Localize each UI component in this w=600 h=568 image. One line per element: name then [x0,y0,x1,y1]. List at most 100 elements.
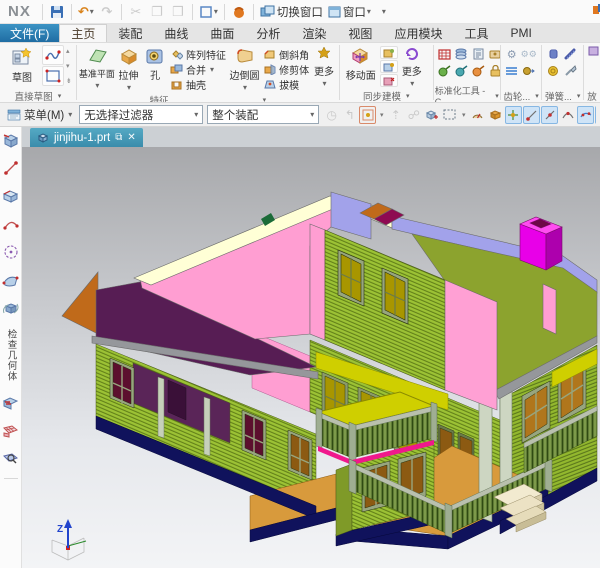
group-label-feature[interactable]: 特征▾ [78,93,338,103]
unite-button[interactable]: 合并▾ [168,62,228,76]
draft-button[interactable]: 拔模 [261,77,311,91]
tab-home[interactable]: 主页 [59,24,107,42]
intersection-snap-icon[interactable] [577,106,594,124]
dropdown-arrow-icon[interactable]: ▾ [406,92,410,100]
simple-interference-icon[interactable] [2,394,20,412]
dropdown-arrow-icon[interactable]: ▾ [68,110,72,119]
measure-distance-icon[interactable] [2,159,20,177]
dropdown-arrow-icon[interactable]: ▾ [459,106,468,124]
tab-render[interactable]: 渲染 [291,24,337,42]
measure-box-icon[interactable] [2,187,20,205]
endpoint-snap-icon[interactable] [523,106,540,124]
clipped-tool-icon[interactable] [587,45,600,57]
group-label-direct-sketch[interactable]: 直接草图▾ [1,89,75,102]
part-tab-label[interactable]: jinjihu-1.prt [54,132,110,144]
dialog-launcher-icon[interactable]: ▾ [263,96,267,104]
dropdown-arrow-icon[interactable]: ▾ [95,81,99,90]
copy-icon[interactable]: ❐ [148,2,166,22]
top-selection-icon[interactable]: ⇡ [387,106,404,124]
gear-rack-icon[interactable] [504,63,520,79]
replace-face-icon[interactable] [380,60,398,73]
arc-tool-icon[interactable] [2,215,20,233]
dropdown-arrow-icon[interactable]: ▾ [410,79,414,88]
datum-plane-button[interactable]: 基准平面 ▾ [80,45,114,91]
examine-geometry-label[interactable]: 检查几何体 [4,329,18,382]
std-tool-icon-1[interactable] [437,46,453,62]
std-tool-icon-2[interactable] [454,46,470,62]
highlight-hidden-icon[interactable]: ◷ [323,106,340,124]
move-face-button[interactable]: 移动面 [343,45,379,83]
chamfer-button[interactable]: 倒斜角 [261,47,311,61]
hole-button[interactable]: 孔 [143,45,167,83]
snap-enable-icon[interactable] [505,106,522,124]
undo-button[interactable]: ↶▾ [77,2,95,22]
graphics-window[interactable]: Z [22,147,600,568]
tab-analysis[interactable]: 分析 [245,24,291,42]
dropdown-arrow-icon[interactable]: ▾ [310,110,314,119]
selection-scope-dropdown[interactable]: 整个装配▾ [207,105,319,124]
group-label-clipped[interactable]: 放 [585,89,599,102]
group-label-sync-modeling[interactable]: 同步建模▾ [341,89,432,102]
std-tool-icon-3[interactable] [471,46,487,62]
dropdown-arrow-icon[interactable]: ▾ [495,92,499,100]
selection-filter-dropdown[interactable]: 无选择过滤器▾ [79,105,203,124]
tab-tools[interactable]: 工具 [453,24,499,42]
3d-model-house[interactable]: Z [22,147,600,568]
examine-geometry-icon[interactable] [2,450,20,468]
dropdown-arrow-icon[interactable]: ▾ [210,65,214,74]
tab-curve[interactable]: 曲线 [153,24,199,42]
tab-view[interactable]: 视图 [337,24,383,42]
dropdown-arrow-icon[interactable]: ▾ [214,7,218,16]
std-tool-icon-7[interactable] [471,63,487,79]
spring-cylinder-icon[interactable] [545,46,561,62]
gear-modeling-icon[interactable]: ⚙ [504,46,520,62]
group-label-gear[interactable]: 齿轮...▾ [502,89,541,102]
gauge-icon[interactable] [469,106,486,124]
spline-point-snap-icon[interactable] [595,106,596,124]
repeat-command-icon[interactable] [230,2,248,22]
chimney[interactable] [520,217,562,270]
sketch-curve-icon[interactable] [42,45,64,65]
pattern-feature-button[interactable]: 阵列特征 [168,47,228,61]
trim-body-button[interactable]: 修剪体 [261,62,311,76]
circle-tool-icon[interactable] [2,243,20,261]
dropdown-arrow-icon[interactable]: ▾ [127,83,131,92]
save-icon[interactable] [48,2,66,22]
measure-body-icon[interactable] [2,131,20,149]
tab-assemblies[interactable]: 装配 [107,24,153,42]
hand-select-icon[interactable]: ☍ [405,106,422,124]
midpoint-snap-icon[interactable] [541,106,558,124]
dropdown-arrow-icon[interactable]: ▾ [322,79,326,88]
switch-window-label[interactable]: 切换窗口 [277,4,323,20]
spring-brush-icon[interactable] [562,63,578,79]
control-point-snap-icon[interactable] [559,106,576,124]
gallery-scroll-arrows[interactable]: ▴▾⇟ [65,45,73,87]
redo-button[interactable]: ↷ [98,2,116,22]
reverse-selection-icon[interactable]: ↰ [341,106,358,124]
dropdown-arrow-icon[interactable]: ▾ [194,110,198,119]
feature-more-button[interactable]: 更多 ▾ [312,45,336,89]
spring-coil-icon[interactable] [545,63,561,79]
part-tab-active[interactable]: jinjihu-1.prt ⧉ ✕ [30,128,143,147]
delete-face-icon[interactable] [380,74,398,87]
tab-pmi[interactable]: PMI [499,24,542,42]
dropdown-arrow-icon[interactable]: ▾ [535,92,539,100]
tab-surface[interactable]: 曲面 [199,24,245,42]
menu-button[interactable]: 菜单(M) ▾ [4,105,75,125]
work-layer-icon[interactable] [487,106,504,124]
sketch-button[interactable]: 草图 [3,45,41,85]
paste-icon[interactable]: ❒ [169,2,187,22]
switch-window-button[interactable]: 切换窗口 [259,2,324,22]
grid-surface-icon[interactable] [2,422,20,440]
snap-point-toggle-icon[interactable] [359,106,376,124]
group-label-spring[interactable]: 弹簧...▾ [543,89,582,102]
dropdown-arrow-icon[interactable]: ▾ [58,92,62,100]
customize-quick-access-icon[interactable]: ▾ [375,2,393,22]
dropdown-arrow-icon[interactable]: ▾ [367,7,371,16]
shell-button[interactable]: 抽壳 [168,77,228,91]
group-label-standard-tools[interactable]: 标准化工具 - G...▾ [435,89,499,102]
tab-file[interactable]: 文件(F) [0,24,59,42]
cut-icon[interactable]: ✂ [127,2,145,22]
spring-diagonal-icon[interactable] [562,46,578,62]
gear-export-icon[interactable] [521,63,537,79]
